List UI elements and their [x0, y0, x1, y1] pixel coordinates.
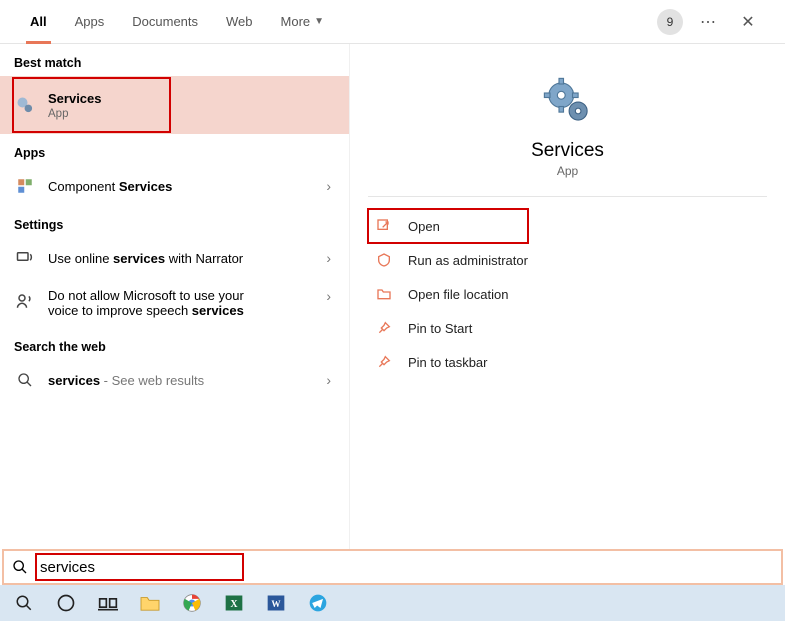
search-icon [12, 559, 28, 575]
taskbar-file-explorer-icon[interactable] [130, 587, 170, 619]
settings-item-label: Do not allow Microsoft to use your voice… [48, 288, 322, 318]
preview-title: Services [368, 140, 767, 162]
search-input[interactable] [40, 559, 239, 576]
services-icon [14, 94, 36, 116]
tab-more-label: More [281, 14, 311, 29]
admin-icon [374, 250, 394, 270]
best-match-sub: App [48, 108, 335, 120]
taskbar-taskview-icon[interactable] [88, 587, 128, 619]
divider [368, 196, 767, 197]
tab-apps[interactable]: Apps [61, 0, 119, 44]
account-badge[interactable]: 9 [657, 9, 683, 35]
more-options-icon[interactable]: ⋯ [693, 7, 723, 37]
results-list: Best match Services App Apps Component S… [0, 44, 350, 549]
web-item-label: services - See web results [48, 373, 204, 388]
best-match-header: Best match [0, 44, 349, 76]
taskbar-search-icon[interactable] [4, 587, 44, 619]
apps-item-component-services[interactable]: Component Services › [0, 166, 349, 206]
best-match-item[interactable]: Services App [0, 76, 349, 134]
taskbar-excel-icon[interactable]: X [214, 587, 254, 619]
taskbar-word-icon[interactable]: W [256, 587, 296, 619]
settings-item-label: Use online services with Narrator [48, 251, 243, 266]
taskbar-chrome-icon[interactable] [172, 587, 212, 619]
taskbar-cortana-icon[interactable] [46, 587, 86, 619]
action-pin-taskbar[interactable]: Pin to taskbar [368, 345, 767, 379]
best-match-title: Services [48, 91, 335, 106]
folder-icon [374, 284, 394, 304]
settings-header: Settings [0, 206, 349, 238]
close-icon[interactable]: ✕ [733, 7, 763, 37]
action-open[interactable]: Open [368, 209, 528, 243]
pin-icon [374, 318, 394, 338]
action-open-location-label: Open file location [408, 287, 508, 302]
tab-web[interactable]: Web [212, 0, 267, 44]
search-bar[interactable] [2, 549, 783, 585]
action-run-admin-label: Run as administrator [408, 253, 528, 268]
svg-text:W: W [271, 599, 281, 609]
component-services-icon [14, 175, 36, 197]
preview-sub: App [368, 164, 767, 178]
action-pin-start[interactable]: Pin to Start [368, 311, 767, 345]
taskbar-telegram-icon[interactable] [298, 587, 338, 619]
action-pin-taskbar-label: Pin to taskbar [408, 355, 488, 370]
chevron-right-icon: › [322, 250, 335, 266]
tab-all[interactable]: All [16, 0, 61, 44]
chevron-right-icon: › [322, 372, 335, 388]
apps-header: Apps [0, 134, 349, 166]
action-open-label: Open [408, 219, 440, 234]
chevron-right-icon: › [322, 178, 335, 194]
apps-item-label: Component Services [48, 179, 172, 194]
web-item[interactable]: services - See web results › [0, 360, 349, 400]
speech-icon [14, 290, 36, 312]
pin-icon [374, 352, 394, 372]
svg-text:X: X [230, 599, 238, 610]
search-icon [14, 369, 36, 391]
chevron-down-icon: ▼ [314, 16, 324, 27]
action-run-admin[interactable]: Run as administrator [368, 243, 767, 277]
open-icon [374, 216, 394, 236]
action-pin-start-label: Pin to Start [408, 321, 472, 336]
action-open-location[interactable]: Open file location [368, 277, 767, 311]
tab-documents[interactable]: Documents [118, 0, 212, 44]
taskbar: X W [0, 585, 785, 621]
narrator-icon [14, 247, 36, 269]
search-tabs: All Apps Documents Web More ▼ 9 ⋯ ✕ [0, 0, 785, 44]
tab-more[interactable]: More ▼ [267, 0, 339, 44]
web-header: Search the web [0, 328, 349, 360]
chevron-right-icon: › [322, 288, 335, 304]
preview-app-icon [538, 72, 598, 132]
settings-item-speech[interactable]: Do not allow Microsoft to use your voice… [0, 278, 349, 328]
settings-item-narrator[interactable]: Use online services with Narrator › [0, 238, 349, 278]
preview-panel: Services App Open Run as administrator O… [350, 44, 785, 549]
